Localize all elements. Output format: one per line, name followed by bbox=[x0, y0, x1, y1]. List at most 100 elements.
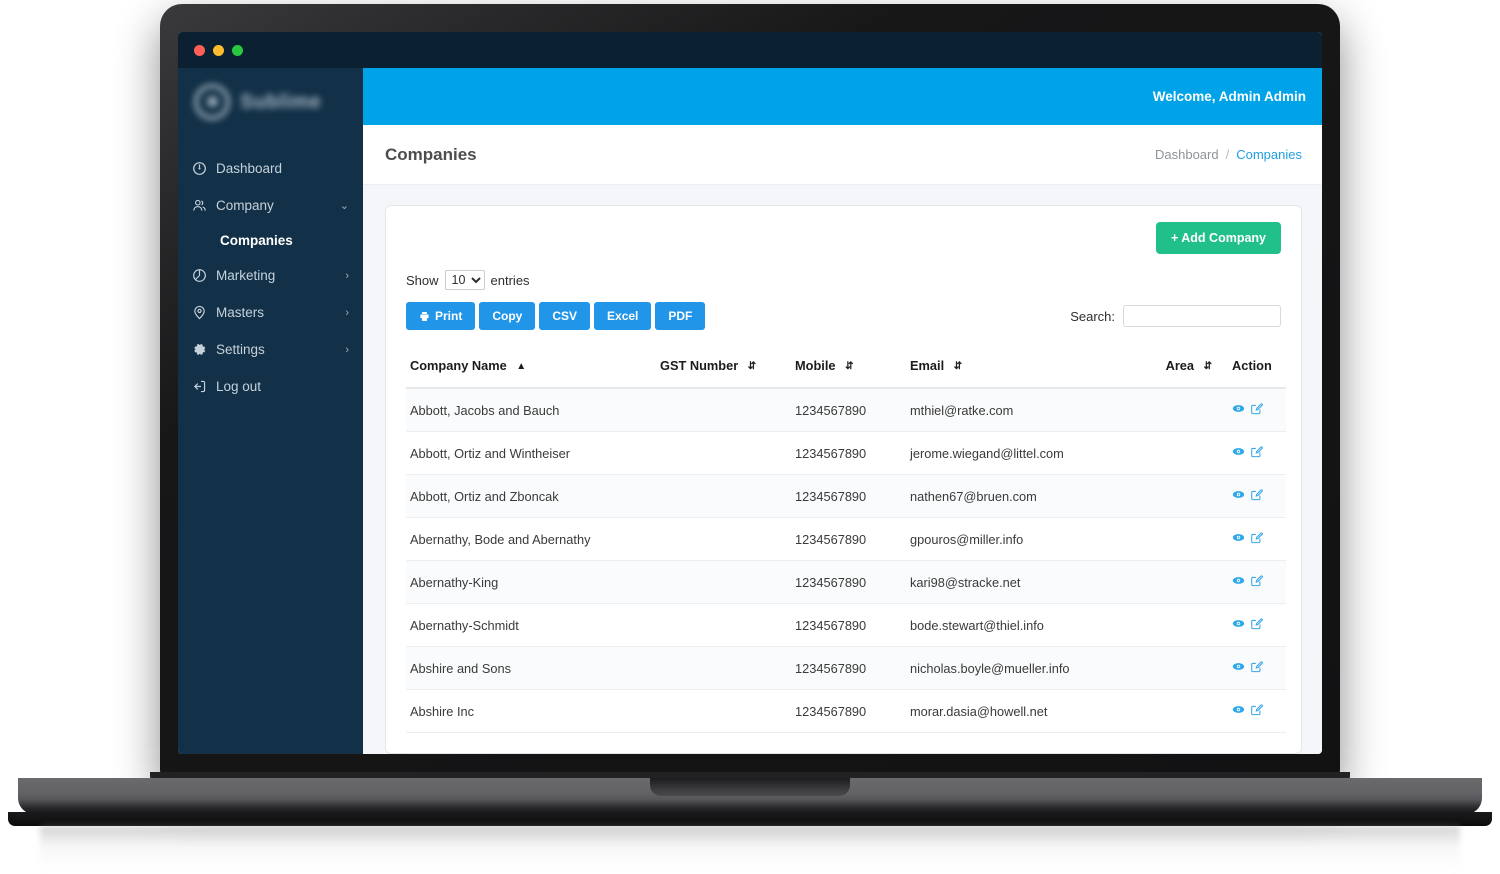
table-row: Abshire and Sons 1234567890 nicholas.boyle… bbox=[406, 646, 1286, 690]
logout-icon bbox=[192, 379, 207, 394]
table-head: Company Name ▲ GST Number ⇵ Mobile ⇵ Ema… bbox=[406, 348, 1286, 389]
pencil-edit-icon[interactable] bbox=[1250, 617, 1263, 633]
chevron-right-icon: › bbox=[345, 343, 349, 356]
cell-company-name: Abshire and Sons bbox=[406, 646, 656, 690]
sidebar-item-settings[interactable]: Settings › bbox=[178, 331, 363, 368]
cell-email: gpouros@miller.info bbox=[906, 517, 1141, 561]
export-buttons: Print Copy CSV Excel PDF bbox=[406, 302, 706, 330]
column-label: GST Number bbox=[660, 358, 739, 373]
pencil-edit-icon[interactable] bbox=[1250, 574, 1263, 590]
pencil-edit-icon[interactable] bbox=[1250, 488, 1263, 504]
cell-company-name: Abernathy-King bbox=[406, 560, 656, 604]
cell-gst-number bbox=[656, 474, 791, 518]
cell-action bbox=[1216, 474, 1286, 518]
sidebar-item-logout[interactable]: Log out bbox=[178, 368, 363, 405]
laptop-screen: Sublime Dashboard Company ⌄ Companies Ma… bbox=[178, 32, 1322, 754]
cell-company-name: Abernathy, Bode and Abernathy bbox=[406, 517, 656, 561]
eye-view-icon[interactable] bbox=[1232, 531, 1245, 547]
copy-button[interactable]: Copy bbox=[479, 302, 536, 330]
cell-company-name: Abshire Inc bbox=[406, 689, 656, 733]
cell-area bbox=[1141, 560, 1216, 604]
companies-card: + Add Company Show 10 entries Print Copy… bbox=[385, 205, 1302, 754]
close-icon[interactable] bbox=[194, 44, 205, 56]
entries-length-control: Show 10 entries bbox=[406, 270, 1281, 290]
sort-both-icon: ⇵ bbox=[953, 361, 963, 372]
column-header-mobile[interactable]: Mobile ⇵ bbox=[791, 348, 906, 389]
cell-company-name: Abernathy-Schmidt bbox=[406, 603, 656, 647]
cell-area bbox=[1141, 517, 1216, 561]
excel-button[interactable]: Excel bbox=[594, 302, 652, 330]
search-input[interactable] bbox=[1123, 305, 1281, 327]
sidebar-item-masters[interactable]: Masters › bbox=[178, 294, 363, 331]
table-row: Abernathy-King 1234567890 kari98@stracke.n… bbox=[406, 560, 1286, 604]
sidebar-nav: Dashboard Company ⌄ Companies Marketing … bbox=[178, 136, 363, 405]
breadcrumb-dashboard[interactable]: Dashboard bbox=[1155, 147, 1219, 162]
maximize-icon[interactable] bbox=[232, 44, 243, 56]
sidebar: Sublime Dashboard Company ⌄ Companies Ma… bbox=[178, 68, 363, 754]
pdf-button[interactable]: PDF bbox=[655, 302, 706, 330]
eye-view-icon[interactable] bbox=[1232, 660, 1245, 676]
sort-both-icon: ⇵ bbox=[747, 361, 757, 372]
pencil-edit-icon[interactable] bbox=[1250, 531, 1263, 547]
screenshot-stage: Sublime Dashboard Company ⌄ Companies Ma… bbox=[0, 0, 1500, 874]
sidebar-item-marketing[interactable]: Marketing › bbox=[178, 257, 363, 294]
eye-view-icon[interactable] bbox=[1232, 617, 1245, 633]
column-header-area[interactable]: Area ⇵ bbox=[1141, 348, 1216, 389]
column-label: Action bbox=[1232, 358, 1272, 373]
pencil-edit-icon[interactable] bbox=[1250, 703, 1263, 719]
cell-gst-number bbox=[656, 560, 791, 604]
cell-email: jerome.wiegand@littel.com bbox=[906, 431, 1141, 475]
table-row: Abbott, Ortiz and Zboncak 1234567890 nathe… bbox=[406, 474, 1286, 518]
print-label: Print bbox=[435, 309, 463, 323]
sidebar-item-dashboard[interactable]: Dashboard bbox=[178, 150, 363, 187]
column-header-gst-number[interactable]: GST Number ⇵ bbox=[656, 348, 791, 389]
eye-view-icon[interactable] bbox=[1232, 703, 1245, 719]
eye-view-icon[interactable] bbox=[1232, 445, 1245, 461]
minimize-icon[interactable] bbox=[213, 44, 224, 56]
print-button[interactable]: Print bbox=[406, 302, 476, 330]
cell-area bbox=[1141, 388, 1216, 432]
eye-view-icon[interactable] bbox=[1232, 488, 1245, 504]
entries-select[interactable]: 10 bbox=[444, 270, 485, 290]
column-label: Company Name bbox=[410, 358, 507, 373]
sort-both-icon: ⇵ bbox=[1203, 361, 1212, 372]
column-header-company-name[interactable]: Company Name ▲ bbox=[406, 348, 656, 389]
laptop-reflection bbox=[40, 826, 1460, 872]
companies-table: Company Name ▲ GST Number ⇵ Mobile ⇵ Ema… bbox=[406, 348, 1286, 733]
sort-both-icon: ⇵ bbox=[845, 361, 854, 372]
brand-logo[interactable]: Sublime bbox=[178, 68, 363, 136]
pencil-edit-icon[interactable] bbox=[1250, 445, 1263, 461]
pencil-edit-icon[interactable] bbox=[1250, 660, 1263, 676]
cell-action bbox=[1216, 689, 1286, 733]
cell-mobile: 1234567890 bbox=[791, 431, 906, 475]
pencil-edit-icon[interactable] bbox=[1250, 402, 1263, 418]
sidebar-item-companies[interactable]: Companies bbox=[178, 224, 363, 257]
csv-button[interactable]: CSV bbox=[539, 302, 591, 330]
eye-view-icon[interactable] bbox=[1232, 402, 1245, 418]
dashboard-icon bbox=[192, 161, 207, 176]
cell-company-name: Abbott, Ortiz and Wintheiser bbox=[406, 431, 656, 475]
cell-company-name: Abbott, Jacobs and Bauch bbox=[406, 388, 656, 432]
cell-mobile: 1234567890 bbox=[791, 388, 906, 432]
content-region: + Add Company Show 10 entries Print Copy… bbox=[363, 185, 1322, 754]
cell-email: nathen67@bruen.com bbox=[906, 474, 1141, 518]
cell-area bbox=[1141, 431, 1216, 475]
sort-asc-icon: ▲ bbox=[516, 361, 527, 372]
cell-mobile: 1234567890 bbox=[791, 603, 906, 647]
settings-gear-icon bbox=[192, 342, 207, 357]
column-header-email[interactable]: Email ⇵ bbox=[906, 348, 1141, 389]
cell-mobile: 1234567890 bbox=[791, 474, 906, 518]
cell-email: bode.stewart@thiel.info bbox=[906, 603, 1141, 647]
show-label: Show bbox=[406, 272, 439, 288]
eye-view-icon[interactable] bbox=[1232, 574, 1245, 590]
sidebar-item-label: Company bbox=[216, 198, 274, 213]
breadcrumb: Dashboard / Companies bbox=[1155, 147, 1302, 162]
window-body: Sublime Dashboard Company ⌄ Companies Ma… bbox=[178, 68, 1322, 754]
cell-gst-number bbox=[656, 646, 791, 690]
search-label: Search: bbox=[1070, 308, 1115, 324]
column-label: Email bbox=[910, 358, 945, 373]
cell-action bbox=[1216, 431, 1286, 475]
sidebar-item-company[interactable]: Company ⌄ bbox=[178, 187, 363, 224]
add-company-button[interactable]: + Add Company bbox=[1155, 222, 1281, 254]
cell-area bbox=[1141, 646, 1216, 690]
